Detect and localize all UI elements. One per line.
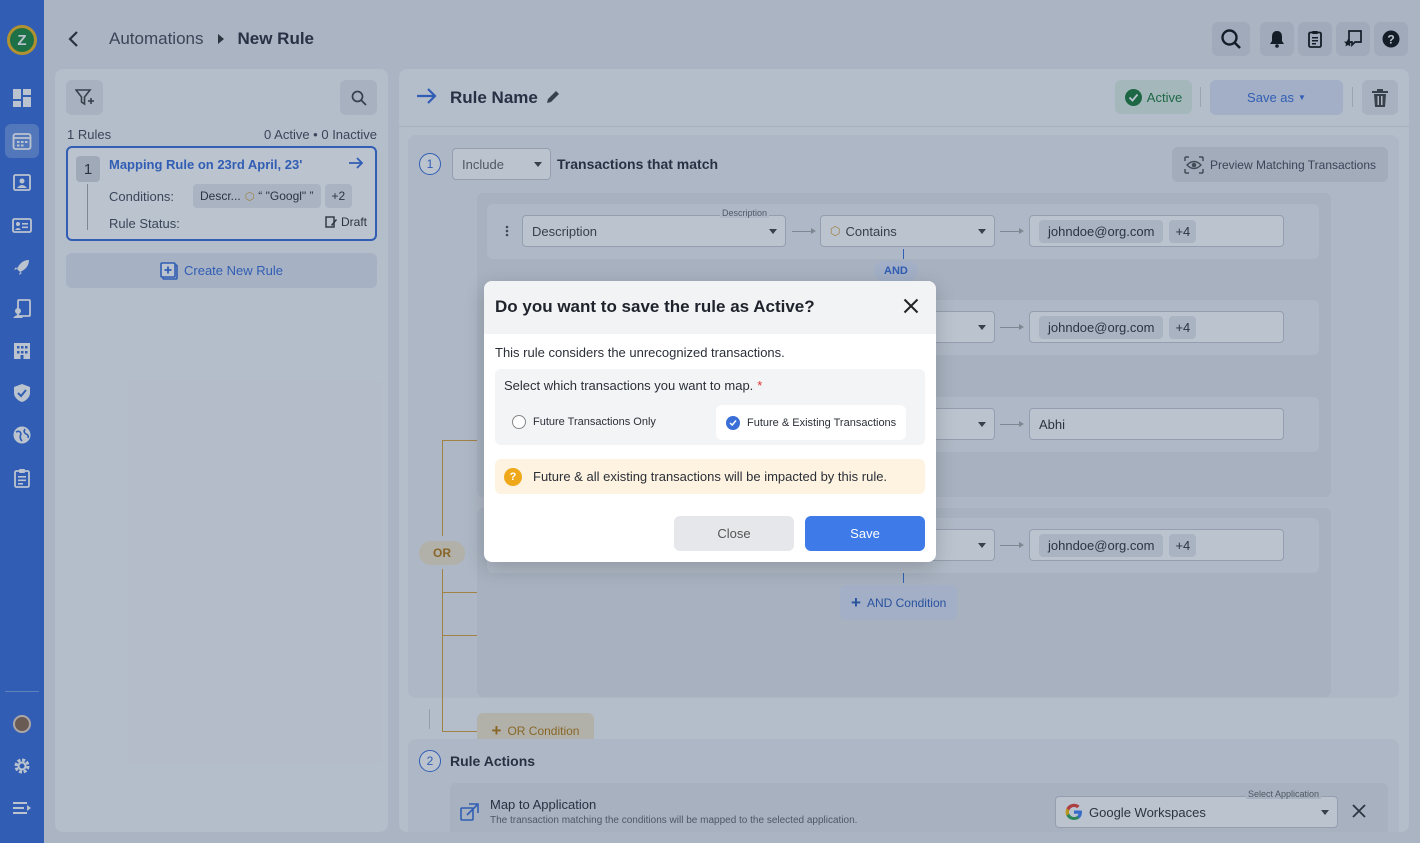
dialog-header: Do you want to save the rule as Active? xyxy=(484,281,936,334)
scope-question-text: Select which transactions you want to ma… xyxy=(504,378,754,393)
scope-question: Select which transactions you want to ma… xyxy=(504,378,762,393)
radio-unchecked-icon[interactable] xyxy=(512,415,526,429)
impact-warning-text: Future & all existing transactions will … xyxy=(533,469,888,484)
radio-future-existing[interactable]: Future & Existing Transactions xyxy=(716,405,907,440)
save-active-dialog: Do you want to save the rule as Active? … xyxy=(484,281,936,562)
transaction-scope-group: Select which transactions you want to ma… xyxy=(495,369,925,445)
radio-checked-icon[interactable] xyxy=(726,415,740,430)
impact-warning: ? Future & all existing transactions wil… xyxy=(495,459,925,494)
close-icon[interactable] xyxy=(903,298,919,319)
warning-question-icon: ? xyxy=(504,467,522,486)
radio-future-existing-label: Future & Existing Transactions xyxy=(747,416,897,429)
close-button[interactable]: Close xyxy=(674,516,794,551)
required-mark: * xyxy=(757,378,763,393)
dialog-title: Do you want to save the rule as Active? xyxy=(495,297,815,316)
radio-future-only[interactable]: Future Transactions Only xyxy=(512,415,656,429)
dialog-description: This rule considers the unrecognized tra… xyxy=(495,345,785,360)
save-button[interactable]: Save xyxy=(805,516,925,551)
radio-future-only-label: Future Transactions Only xyxy=(533,416,656,428)
